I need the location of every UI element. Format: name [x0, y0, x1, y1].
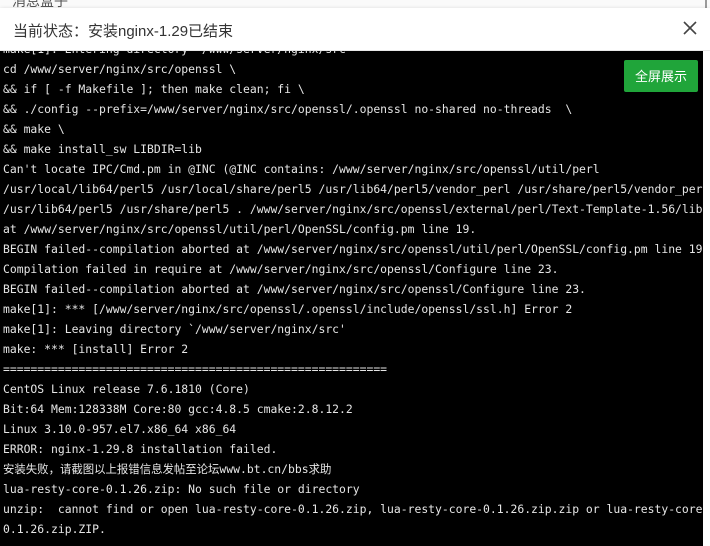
dialog-title: 当前状态：安装nginx-1.29已结束 [13, 23, 234, 40]
terminal-lines: make[1]: Entering directory `/www/server… [3, 51, 703, 539]
terminal-line: lua-resty-core-0.1.26.zip: No such file … [3, 482, 360, 496]
terminal-line: CentOS Linux release 7.6.1810 (Core) [3, 382, 250, 396]
terminal-line: Compilation failed in require at /www/se… [3, 262, 559, 276]
terminal-line: && make \ [3, 122, 65, 136]
terminal-line: ERROR: nginx-1.29.8 installation failed. [3, 442, 278, 456]
terminal-line: make[1]: Entering directory `/www/server… [3, 51, 703, 59]
install-status-dialog: 当前状态：安装nginx-1.29已结束 make[1]: Entering d… [0, 8, 710, 546]
terminal-line: && make install_sw LIBDIR=lib [3, 142, 202, 156]
terminal-line: make[1]: *** [/www/server/nginx/src/open… [3, 302, 573, 316]
terminal-line: make[1]: Leaving directory `/www/server/… [3, 322, 346, 336]
terminal-log[interactable]: make[1]: Entering directory `/www/server… [0, 51, 703, 546]
dialog-header: 当前状态：安装nginx-1.29已结束 [0, 8, 710, 51]
terminal-line: cd /www/server/nginx/src/openssl \ [3, 62, 237, 76]
terminal-line: 0.1.26.zip.ZIP. [3, 522, 106, 536]
terminal-line: /usr/lib64/perl5 /usr/share/perl5 . /www… [3, 202, 703, 216]
terminal-line: BEGIN failed--compilation aborted at /ww… [3, 282, 586, 296]
terminal-line: Bit:64 Mem:128338M Core:80 gcc:4.8.5 cma… [3, 402, 353, 416]
terminal-line: unzip: cannot find or open lua-resty-cor… [3, 502, 703, 516]
terminal-line: Can't locate IPC/Cmd.pm in @INC (@INC co… [3, 162, 600, 176]
terminal-line: && ./config --prefix=/www/server/nginx/s… [3, 102, 573, 116]
terminal-line: at /www/server/nginx/src/openssl/util/pe… [3, 222, 477, 236]
terminal-line: Linux 3.10.0-957.el7.x86_64 x86_64 [3, 422, 237, 436]
terminal-line: 安装失败，请截图以上报错信息发帖至论坛www.bt.cn/bbs求助 [3, 462, 332, 476]
terminal-line: make: *** [install] Error 2 [3, 342, 189, 356]
terminal-scrollbar[interactable] [703, 51, 710, 546]
fullscreen-button[interactable]: 全屏展示 [624, 60, 698, 92]
terminal-line: BEGIN failed--compilation aborted at /ww… [3, 242, 703, 256]
terminal-line: ========================================… [3, 362, 388, 376]
terminal-line: && if [ -f Makefile ]; then make clean; … [3, 82, 305, 96]
close-icon[interactable] [680, 18, 700, 38]
terminal-line: /usr/local/lib64/perl5 /usr/local/share/… [3, 182, 703, 196]
